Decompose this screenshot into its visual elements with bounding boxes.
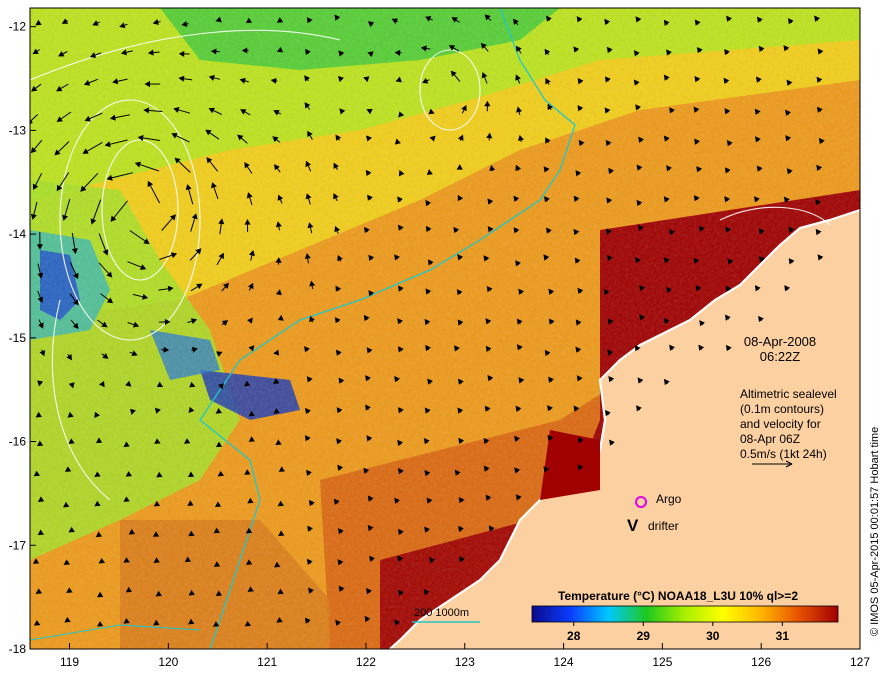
drifter-label: drifter bbox=[648, 519, 679, 533]
colorbar-tick-label: 31 bbox=[776, 629, 790, 643]
info-line-2: and velocity for bbox=[740, 417, 821, 431]
credit-label: © IMOS 05-Apr-2015 00:01:57 Hobart time bbox=[869, 427, 880, 636]
colorbar-tick-label: 28 bbox=[567, 629, 581, 643]
drifter-marker: V bbox=[627, 516, 639, 535]
x-tick-label: 127 bbox=[850, 655, 870, 669]
colorbar-tick-label: 29 bbox=[637, 629, 651, 643]
colorbar-title: Temperature (°C) NOAA18_L3U 10% ql>=2 bbox=[558, 589, 798, 603]
x-tick-label: 126 bbox=[751, 655, 771, 669]
argo-label: Argo bbox=[656, 492, 682, 506]
x-tick-label: 119 bbox=[60, 655, 79, 669]
x-tick-label: 125 bbox=[652, 655, 672, 669]
y-tick-label: -18 bbox=[9, 642, 27, 656]
bathymetry-label: 200 1000m bbox=[414, 607, 469, 619]
time-label: 06:22Z bbox=[760, 349, 801, 364]
colorbar-tick-label: 30 bbox=[706, 629, 720, 643]
x-tick-label: 122 bbox=[356, 655, 376, 669]
y-tick-label: -12 bbox=[9, 20, 27, 34]
x-tick-label: 121 bbox=[257, 655, 277, 669]
y-tick-label: -16 bbox=[9, 435, 27, 449]
y-tick-label: -15 bbox=[9, 331, 27, 345]
y-tick-label: -17 bbox=[9, 538, 27, 552]
colorbar bbox=[531, 605, 839, 623]
sst-map: V 08-Apr-2008 06:22Z Altimetric sealevel… bbox=[9, 7, 880, 669]
info-line-3: 08-Apr 06Z bbox=[740, 432, 800, 446]
x-tick-label: 124 bbox=[554, 655, 574, 669]
y-tick-label: -14 bbox=[9, 227, 27, 241]
info-line-4: 0.5m/s (1kt 24h) bbox=[740, 447, 827, 461]
info-line-1: (0.1m contours) bbox=[740, 402, 824, 416]
date-label: 08-Apr-2008 bbox=[744, 334, 816, 349]
sst-field: V 08-Apr-2008 06:22Z Altimetric sealevel… bbox=[30, 8, 860, 649]
info-line-0: Altimetric sealevel bbox=[740, 387, 837, 401]
y-tick-label: -13 bbox=[9, 123, 27, 137]
x-tick-label: 120 bbox=[158, 655, 178, 669]
x-tick-label: 123 bbox=[455, 655, 475, 669]
